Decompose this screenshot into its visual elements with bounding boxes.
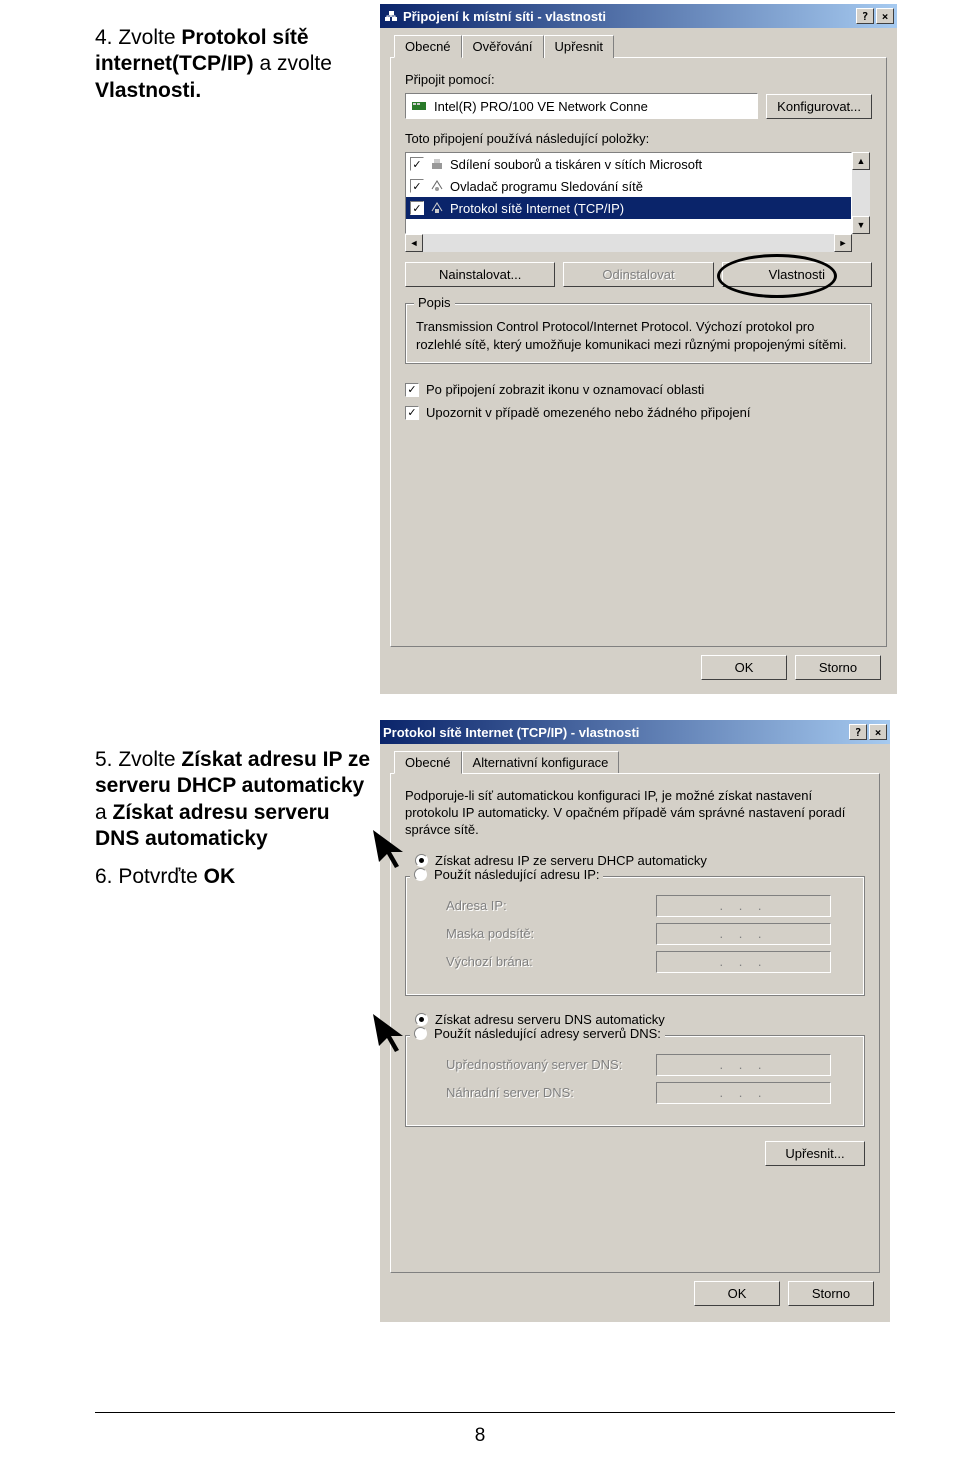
scroll-right-icon[interactable]: ► <box>834 234 852 252</box>
step6-number: 6. <box>95 865 113 888</box>
configure-button[interactable]: Konfigurovat... <box>766 94 872 119</box>
step6-a: Potvrďte <box>118 865 203 888</box>
radio-dns-manual-label: Použít následující adresy serverů DNS: <box>434 1026 661 1041</box>
close-button[interactable]: × <box>876 8 894 24</box>
gateway-label: Výchozí brána: <box>446 954 656 969</box>
step4-number: 4. <box>95 26 113 49</box>
uninstall-button: Odinstalovat <box>563 262 713 287</box>
dialog2-title: Protokol sítě Internet (TCP/IP) - vlastn… <box>383 725 639 740</box>
components-listbox[interactable]: ✓ Sdílení souborů a tiskáren v sítích Mi… <box>405 152 852 234</box>
list-item[interactable]: ✓ Ovladač programu Sledování sítě <box>406 175 851 197</box>
mask-label: Maska podsítě: <box>446 926 656 941</box>
list-item-label: Protokol sítě Internet (TCP/IP) <box>450 201 624 216</box>
dns2-input: . . . <box>656 1082 831 1104</box>
tab-auth[interactable]: Ověřování <box>462 35 544 58</box>
checkbox-show-icon[interactable]: ✓ <box>405 383 419 397</box>
protocol-icon <box>429 200 445 216</box>
radio-ip-manual-label: Použít následující adresu IP: <box>434 867 599 882</box>
advanced-button[interactable]: Upřesnit... <box>765 1141 865 1166</box>
items-label: Toto připojení používá následující polož… <box>405 131 872 146</box>
tab-general[interactable]: Obecné <box>394 751 462 774</box>
dns-manual-groupbox: Použít následující adresy serverů DNS: U… <box>405 1035 865 1127</box>
step4-text-c: a zvolte <box>254 52 332 75</box>
list-item-label: Sdílení souborů a tiskáren v sítích Micr… <box>450 157 702 172</box>
list-item-label: Ovladač programu Sledování sítě <box>450 179 643 194</box>
footer-rule <box>95 1412 895 1413</box>
dns1-label: Upřednostňovaný server DNS: <box>446 1057 656 1072</box>
chk2-label: Upozornit v případě omezeného nebo žádné… <box>426 405 751 420</box>
dialog1-title: Připojení k místní síti - vlastnosti <box>403 9 606 24</box>
checkbox-notify[interactable]: ✓ <box>405 406 419 420</box>
help-button[interactable]: ? <box>856 8 874 24</box>
network-icon <box>383 8 399 24</box>
tab-panel-general: Podporuje-li síť automatickou konfigurac… <box>390 773 880 1273</box>
scrollbar-horizontal[interactable]: ◄ ► <box>405 234 852 252</box>
dns1-input: . . . <box>656 1054 831 1076</box>
tab-alt-config[interactable]: Alternativní konfigurace <box>462 751 620 774</box>
mask-input: . . . <box>656 923 831 945</box>
gateway-input: . . . <box>656 951 831 973</box>
properties-button[interactable]: Vlastnosti <box>722 262 872 287</box>
connect-using-label: Připojit pomocí: <box>405 72 872 87</box>
ip-manual-groupbox: Použít následující adresu IP: Adresa IP:… <box>405 876 865 996</box>
ok-button[interactable]: OK <box>701 655 787 680</box>
scrollbar-vertical[interactable]: ▲ ▼ <box>852 152 870 234</box>
checkbox-icon[interactable]: ✓ <box>410 157 424 171</box>
tcpip-properties-dialog: Protokol sítě Internet (TCP/IP) - vlastn… <box>380 720 890 1322</box>
scroll-up-icon[interactable]: ▲ <box>852 152 870 170</box>
step4-instruction: 4. Zvolte Protokol sítě internet(TCP/IP)… <box>95 25 360 116</box>
step4-text-d: Vlastnosti. <box>95 79 201 102</box>
chk1-label: Po připojení zobrazit ikonu v oznamovací… <box>426 382 704 397</box>
radio-dns-manual[interactable] <box>414 1027 427 1040</box>
titlebar: Protokol sítě Internet (TCP/IP) - vlastn… <box>380 720 890 744</box>
install-button[interactable]: Nainstalovat... <box>405 262 555 287</box>
close-button[interactable]: × <box>869 724 887 740</box>
radio-dns-auto[interactable] <box>415 1013 428 1026</box>
step5-number: 5. <box>95 748 113 771</box>
checkbox-icon[interactable]: ✓ <box>410 201 424 215</box>
step4-text-a: Zvolte <box>118 26 181 49</box>
ok-button[interactable]: OK <box>694 1281 780 1306</box>
nic-icon <box>412 98 428 114</box>
description-legend: Popis <box>414 295 455 310</box>
help-button[interactable]: ? <box>849 724 867 740</box>
list-item[interactable]: ✓ Sdílení souborů a tiskáren v sítích Mi… <box>406 153 851 175</box>
scroll-down-icon[interactable]: ▼ <box>852 216 870 234</box>
intro-text: Podporuje-li síť automatickou konfigurac… <box>405 788 865 839</box>
scroll-left-icon[interactable]: ◄ <box>405 234 423 252</box>
tabstrip: Obecné Alternativní konfigurace <box>394 750 880 773</box>
radio-ip-manual[interactable] <box>414 868 427 881</box>
step6-b: OK <box>204 865 236 888</box>
cancel-button[interactable]: Storno <box>788 1281 874 1306</box>
description-text: Transmission Control Protocol/Internet P… <box>416 318 861 353</box>
share-icon <box>429 156 445 172</box>
tab-general[interactable]: Obecné <box>394 35 462 58</box>
dns2-label: Náhradní server DNS: <box>446 1085 656 1100</box>
list-item-selected[interactable]: ✓ Protokol sítě Internet (TCP/IP) <box>406 197 851 219</box>
titlebar: Připojení k místní síti - vlastnosti ? × <box>380 4 897 28</box>
driver-icon <box>429 178 445 194</box>
ip-label: Adresa IP: <box>446 898 656 913</box>
tabstrip: Obecné Ověřování Upřesnit <box>394 34 887 57</box>
checkbox-icon[interactable]: ✓ <box>410 179 424 193</box>
radio-dns-auto-label: Získat adresu serveru DNS automaticky <box>435 1012 665 1027</box>
lan-properties-dialog: Připojení k místní síti - vlastnosti ? ×… <box>380 4 897 694</box>
step5-d: Získat adresu serveru DNS automaticky <box>95 801 330 850</box>
step5-a: Zvolte <box>118 748 181 771</box>
description-groupbox: Popis Transmission Control Protocol/Inte… <box>405 303 872 364</box>
page-number: 8 <box>0 1425 960 1447</box>
step5-6-instruction: 5. Zvolte Získat adresu IP ze serveru DH… <box>95 747 375 902</box>
cancel-button[interactable]: Storno <box>795 655 881 680</box>
radio-ip-auto-label: Získat adresu IP ze serveru DHCP automat… <box>435 853 707 868</box>
step5-c: a <box>95 801 113 824</box>
adapter-field: Intel(R) PRO/100 VE Network Conne <box>405 93 758 119</box>
radio-ip-auto[interactable] <box>415 854 428 867</box>
tab-advanced[interactable]: Upřesnit <box>544 35 614 58</box>
tab-panel-general: Připojit pomocí: Intel(R) PRO/100 VE Net… <box>390 57 887 647</box>
adapter-name: Intel(R) PRO/100 VE Network Conne <box>434 99 648 114</box>
ip-input: . . . <box>656 895 831 917</box>
